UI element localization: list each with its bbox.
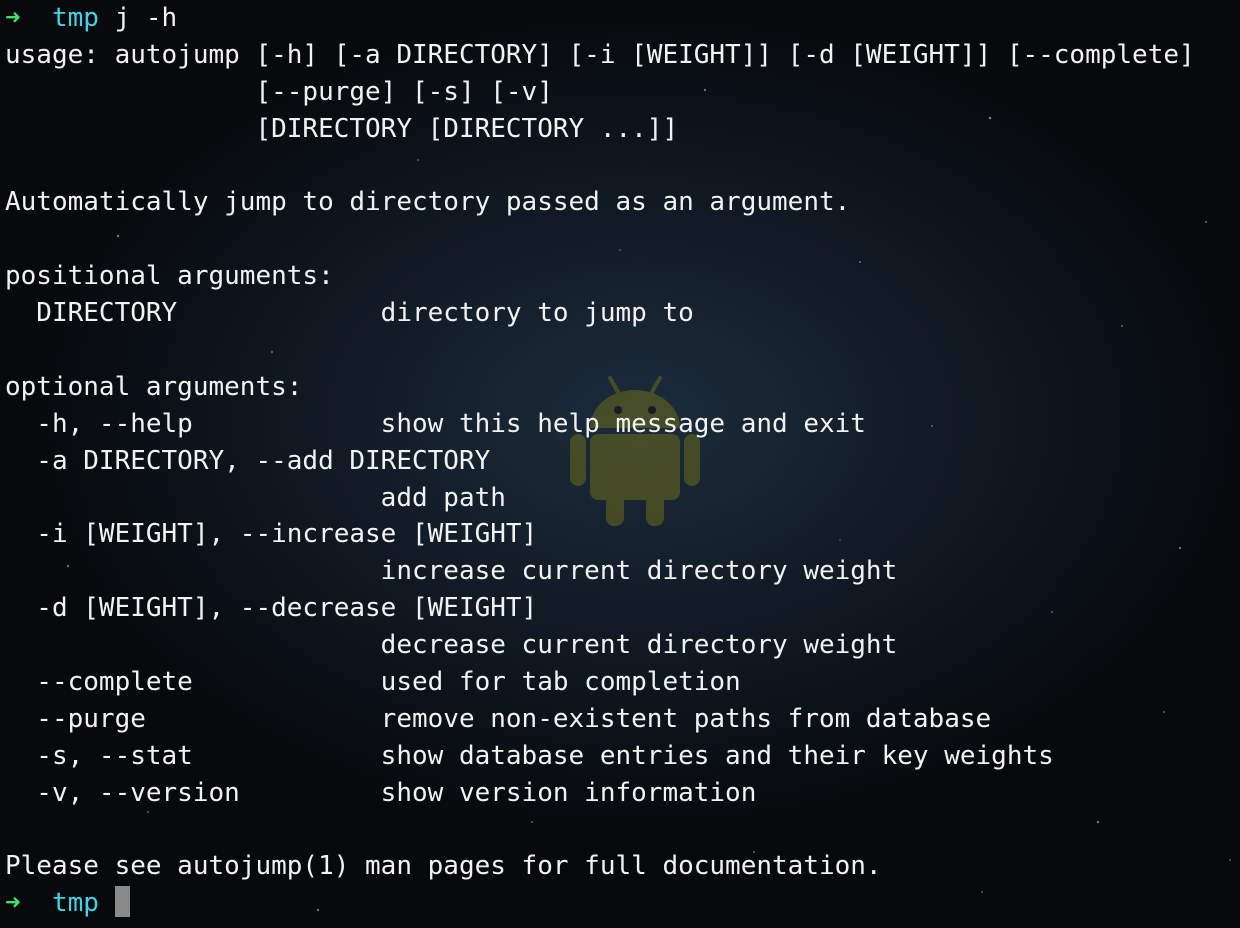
prompt-arrow-icon: ➜ — [5, 3, 21, 33]
prompt-directory: tmp — [51, 3, 99, 33]
output-line: -i [WEIGHT], --increase [WEIGHT] — [5, 519, 538, 550]
output-line: DIRECTORY directory to jump to — [5, 298, 694, 329]
prompt-directory: tmp — [51, 888, 99, 919]
output-line: decrease current directory weight — [5, 630, 898, 661]
output-line: Please see autojump(1) man pages for ful… — [5, 851, 882, 882]
output-line: usage: autojump [-h] [-a DIRECTORY] [-i … — [5, 39, 1195, 70]
text-cursor[interactable] — [114, 886, 130, 918]
output-line: add path — [5, 482, 506, 513]
command-prompt-line: ➜ tmp j -h — [5, 0, 1195, 37]
terminal-content: ➜ tmp j -h usage: autojump [-h] [-a DIRE… — [5, 0, 1195, 922]
terminal-window[interactable]: ➜ tmp j -h usage: autojump [-h] [-a DIRE… — [0, 0, 1240, 928]
output-line: -s, --stat show database entries and the… — [5, 740, 1054, 771]
final-prompt-line[interactable]: ➜ tmp — [5, 885, 1195, 922]
output-line: -h, --help show this help message and ex… — [5, 408, 866, 439]
output-line: [DIRECTORY [DIRECTORY ...]] — [5, 113, 679, 144]
output-line: -d [WEIGHT], --decrease [WEIGHT] — [5, 593, 538, 624]
prompt-arrow-icon: ➜ — [5, 888, 21, 919]
output-line: --purge remove non-existent paths from d… — [5, 703, 992, 734]
output-line: [--purge] [-s] [-v] — [5, 76, 553, 107]
output-line: -a DIRECTORY, --add DIRECTORY — [5, 445, 491, 476]
output-line: increase current directory weight — [5, 556, 898, 587]
output-line: optional arguments: — [5, 371, 303, 402]
output-line: -v, --version show version information — [5, 777, 757, 808]
output-line: Automatically jump to directory passed a… — [5, 187, 851, 218]
output-line: positional arguments: — [5, 261, 334, 292]
command-text: j -h — [114, 3, 178, 33]
output-line: --complete used for tab completion — [5, 667, 741, 698]
